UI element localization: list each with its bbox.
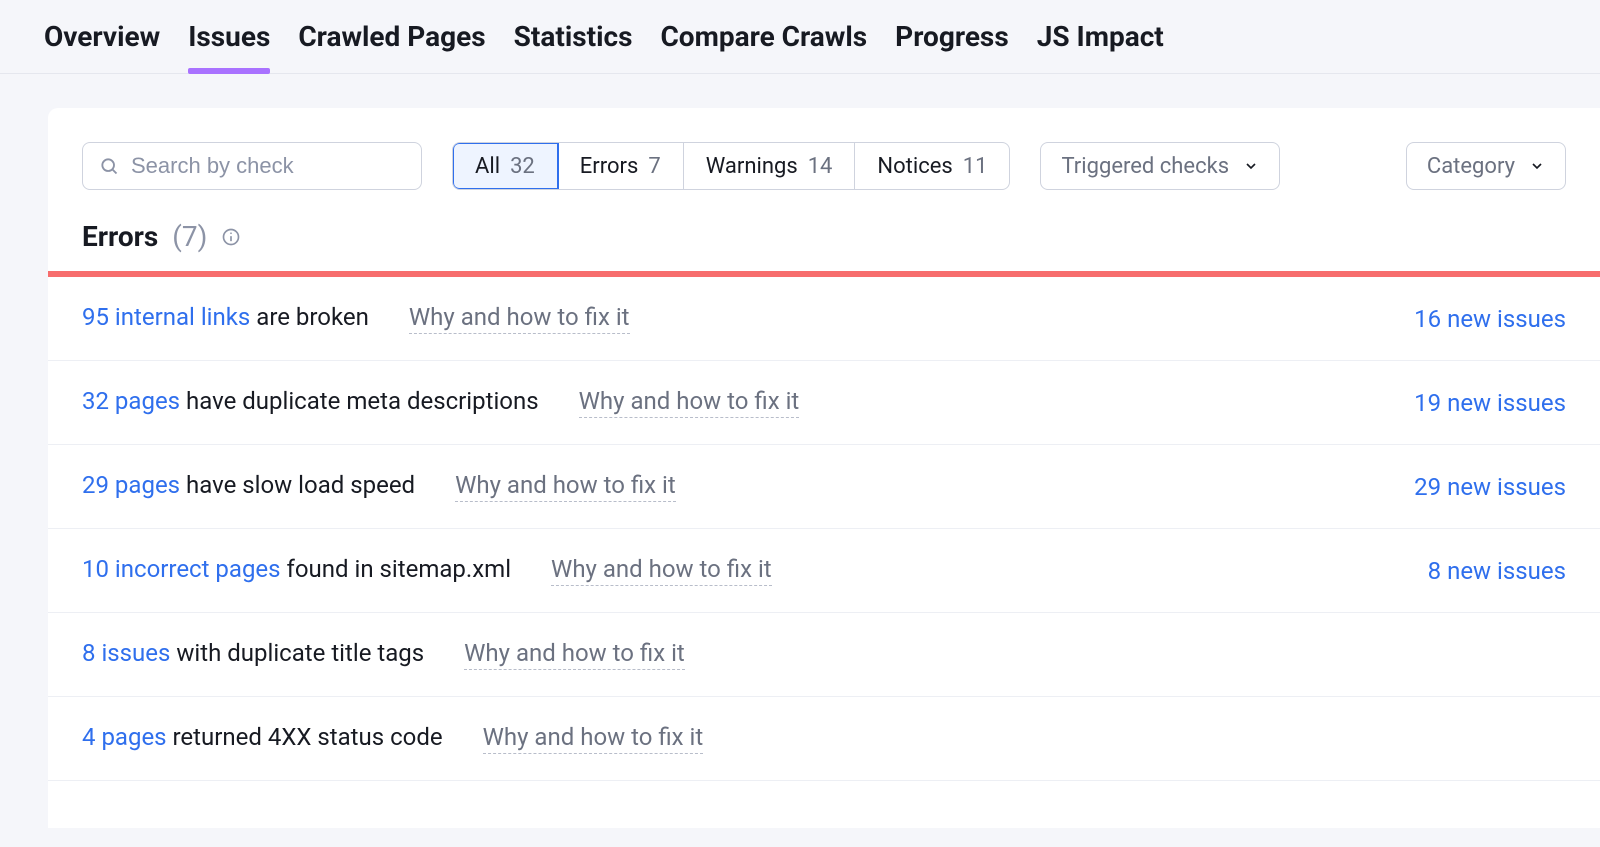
tab-crawled-pages[interactable]: Crawled Pages bbox=[298, 20, 485, 73]
search-icon bbox=[99, 156, 119, 176]
chevron-down-icon bbox=[1243, 158, 1259, 174]
section-count: (7) bbox=[172, 220, 207, 253]
issue-desc: are broken bbox=[250, 303, 369, 331]
dropdown-label: Category bbox=[1427, 154, 1515, 179]
dropdown-label: Triggered checks bbox=[1061, 154, 1229, 179]
segment-label: Notices bbox=[877, 154, 952, 179]
issue-desc: returned 4XX status code bbox=[167, 723, 443, 751]
tab-statistics[interactable]: Statistics bbox=[514, 20, 633, 73]
section-header: Errors (7) bbox=[48, 220, 1600, 271]
segment-count: 14 bbox=[808, 154, 833, 179]
why-fix-link[interactable]: Why and how to fix it bbox=[579, 387, 800, 418]
tab-progress[interactable]: Progress bbox=[895, 20, 1009, 73]
segment-label: All bbox=[475, 154, 500, 179]
issue-link[interactable]: 10 incorrect pages bbox=[82, 555, 281, 583]
tab-js-impact[interactable]: JS Impact bbox=[1037, 20, 1164, 73]
tab-compare-crawls[interactable]: Compare Crawls bbox=[660, 20, 867, 73]
segment-notices[interactable]: Notices 11 bbox=[855, 143, 1009, 189]
filter-segments: All 32 Errors 7 Warnings 14 Notices 11 bbox=[452, 142, 1010, 190]
category-dropdown[interactable]: Category bbox=[1406, 142, 1566, 190]
segment-all[interactable]: All 32 bbox=[453, 143, 558, 189]
issue-row: 8 issues with duplicate title tags Why a… bbox=[48, 613, 1600, 697]
section-title: Errors bbox=[82, 220, 158, 253]
tab-issues[interactable]: Issues bbox=[188, 20, 270, 73]
issue-link[interactable]: 8 issues bbox=[82, 639, 170, 667]
issue-link[interactable]: 95 internal links bbox=[82, 303, 250, 331]
segment-label: Errors bbox=[580, 154, 639, 179]
top-tabs: Overview Issues Crawled Pages Statistics… bbox=[0, 0, 1600, 74]
triggered-checks-dropdown[interactable]: Triggered checks bbox=[1040, 142, 1280, 190]
segment-label: Warnings bbox=[706, 154, 798, 179]
search-input-wrap[interactable] bbox=[82, 142, 422, 190]
issue-link[interactable]: 29 pages bbox=[82, 471, 180, 499]
chevron-down-icon bbox=[1529, 158, 1545, 174]
why-fix-link[interactable]: Why and how to fix it bbox=[464, 639, 685, 670]
issue-row: 29 pages have slow load speed Why and ho… bbox=[48, 445, 1600, 529]
issue-desc: with duplicate title tags bbox=[170, 639, 424, 667]
search-input[interactable] bbox=[131, 153, 419, 179]
new-issues-link[interactable]: 19 new issues bbox=[1414, 389, 1566, 417]
issue-row: 95 internal links are broken Why and how… bbox=[48, 277, 1600, 361]
segment-count: 7 bbox=[648, 154, 660, 179]
info-icon[interactable] bbox=[221, 227, 241, 247]
issue-row: 10 incorrect pages found in sitemap.xml … bbox=[48, 529, 1600, 613]
issues-panel: All 32 Errors 7 Warnings 14 Notices 11 T… bbox=[48, 108, 1600, 828]
segment-warnings[interactable]: Warnings 14 bbox=[684, 143, 856, 189]
new-issues-link[interactable]: 29 new issues bbox=[1414, 473, 1566, 501]
why-fix-link[interactable]: Why and how to fix it bbox=[551, 555, 772, 586]
issue-desc: have duplicate meta descriptions bbox=[180, 387, 539, 415]
segment-count: 11 bbox=[963, 154, 988, 179]
issue-desc: have slow load speed bbox=[180, 471, 415, 499]
new-issues-link[interactable]: 8 new issues bbox=[1428, 557, 1566, 585]
why-fix-link[interactable]: Why and how to fix it bbox=[483, 723, 704, 754]
issue-link[interactable]: 4 pages bbox=[82, 723, 167, 751]
segment-count: 32 bbox=[510, 154, 535, 179]
toolbar: All 32 Errors 7 Warnings 14 Notices 11 T… bbox=[48, 142, 1600, 220]
issue-row: 4 pages returned 4XX status code Why and… bbox=[48, 697, 1600, 781]
segment-errors[interactable]: Errors 7 bbox=[558, 143, 684, 189]
issue-row: 32 pages have duplicate meta description… bbox=[48, 361, 1600, 445]
tab-overview[interactable]: Overview bbox=[44, 20, 160, 73]
issue-link[interactable]: 32 pages bbox=[82, 387, 180, 415]
why-fix-link[interactable]: Why and how to fix it bbox=[455, 471, 676, 502]
issue-desc: found in sitemap.xml bbox=[281, 555, 512, 583]
new-issues-link[interactable]: 16 new issues bbox=[1414, 305, 1566, 333]
why-fix-link[interactable]: Why and how to fix it bbox=[409, 303, 630, 334]
